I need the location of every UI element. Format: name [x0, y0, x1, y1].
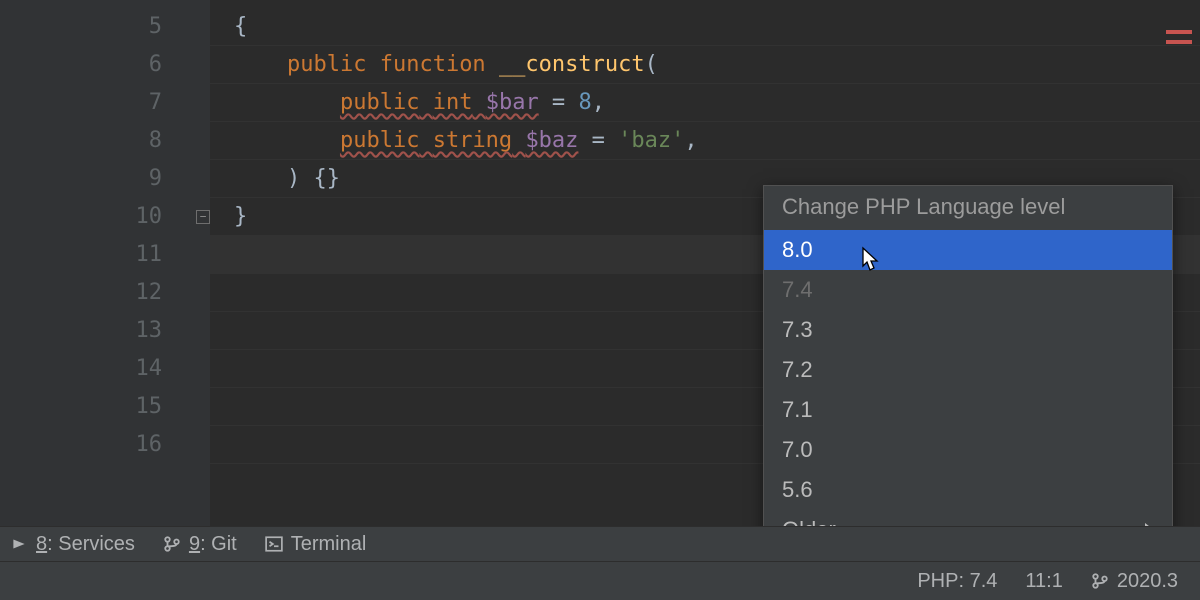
popup-item[interactable]: 7.3: [764, 310, 1172, 350]
code-token: ,: [684, 128, 697, 153]
popup-title: Change PHP Language level: [764, 186, 1172, 230]
tool-window-bar: 8: Services 9: Git Terminal: [0, 526, 1200, 562]
status-caret-position[interactable]: 11:1: [1025, 570, 1062, 593]
line-number: 10: [0, 198, 168, 236]
code-token: $bar: [486, 90, 539, 115]
code-line[interactable]: {: [210, 8, 1200, 46]
popup-item-label: 5.6: [782, 477, 813, 502]
git-branch-icon: [163, 535, 181, 553]
fold-handle[interactable]: [196, 210, 210, 224]
code-token: public: [287, 52, 366, 77]
line-number: 15: [0, 388, 168, 426]
line-number: 11: [0, 236, 168, 274]
code-token: [366, 52, 379, 77]
line-number: 5: [0, 8, 168, 46]
line-number: 16: [0, 426, 168, 464]
code-line[interactable]: public function __construct(: [210, 46, 1200, 84]
popup-item-label: 7.4: [782, 277, 813, 302]
line-number: 9: [0, 160, 168, 198]
code-token: [486, 52, 499, 77]
code-token: =: [539, 90, 579, 115]
code-token: [512, 128, 525, 153]
code-token: [419, 128, 432, 153]
editor: 5678910111213141516 { public function __…: [0, 0, 1200, 600]
line-number: 12: [0, 274, 168, 312]
code-token: }: [234, 204, 247, 229]
tool-window-button[interactable]: 8: Services: [10, 533, 135, 556]
popup-item[interactable]: 7.2: [764, 350, 1172, 390]
popup-item[interactable]: 7.1: [764, 390, 1172, 430]
popup-item-label: 8.0: [782, 237, 813, 262]
code-token: $baz: [525, 128, 578, 153]
line-number: 7: [0, 84, 168, 122]
code-token: [419, 90, 432, 115]
status-ide-version: 2020.3: [1117, 570, 1178, 593]
code-token: 8: [578, 90, 591, 115]
terminal-icon: [265, 535, 283, 553]
git-branch-icon: [1091, 572, 1109, 590]
code-token: public: [340, 90, 419, 115]
tool-window-button[interactable]: 9: Git: [163, 533, 237, 556]
code-line[interactable]: public string $baz = 'baz',: [210, 122, 1200, 160]
error-stripe-marker[interactable]: [1166, 30, 1192, 34]
line-number: 14: [0, 350, 168, 388]
popup-item-label: 7.0: [782, 437, 813, 462]
code-token: __construct: [499, 52, 645, 77]
tool-window-button[interactable]: Terminal: [265, 533, 367, 556]
popup-item-label: 7.1: [782, 397, 813, 422]
line-number: 13: [0, 312, 168, 350]
popup-items: 8.07.47.37.27.17.05.6Older...: [764, 230, 1172, 550]
code-token: [472, 90, 485, 115]
popup-item[interactable]: 7.0: [764, 430, 1172, 470]
error-stripe-marker[interactable]: [1166, 40, 1192, 44]
code-token: ) {}: [287, 166, 340, 191]
tool-window-label: Terminal: [291, 533, 367, 556]
code-token: =: [578, 128, 618, 153]
popup-item: 7.4: [764, 270, 1172, 310]
popup-item-label: 7.3: [782, 317, 813, 342]
line-number: 6: [0, 46, 168, 84]
code-token: int: [433, 90, 473, 115]
gutter: 5678910111213141516: [0, 0, 210, 600]
tool-window-label: 8: Services: [36, 533, 135, 556]
status-php-level[interactable]: PHP: 7.4: [917, 570, 997, 593]
popup-item[interactable]: 8.0: [764, 230, 1172, 270]
popup-item[interactable]: 5.6: [764, 470, 1172, 510]
status-bar: PHP: 7.4 11:1 2020.3: [0, 562, 1200, 600]
language-level-popup: Change PHP Language level 8.0 7.4 7.3 7.2 7.…: [763, 185, 1173, 551]
code-token: ,: [592, 90, 605, 115]
line-number: 8: [0, 122, 168, 160]
code-token: {: [234, 14, 247, 39]
code-token: (: [645, 52, 658, 77]
status-branch[interactable]: 2020.3: [1091, 570, 1178, 593]
services-icon: [10, 535, 28, 553]
code-token: string: [433, 128, 512, 153]
code-line[interactable]: public int $bar = 8,: [210, 84, 1200, 122]
code-token: public: [340, 128, 419, 153]
code-token: function: [380, 52, 486, 77]
popup-item-label: 7.2: [782, 357, 813, 382]
tool-window-label: 9: Git: [189, 533, 237, 556]
code-token: 'baz': [618, 128, 684, 153]
